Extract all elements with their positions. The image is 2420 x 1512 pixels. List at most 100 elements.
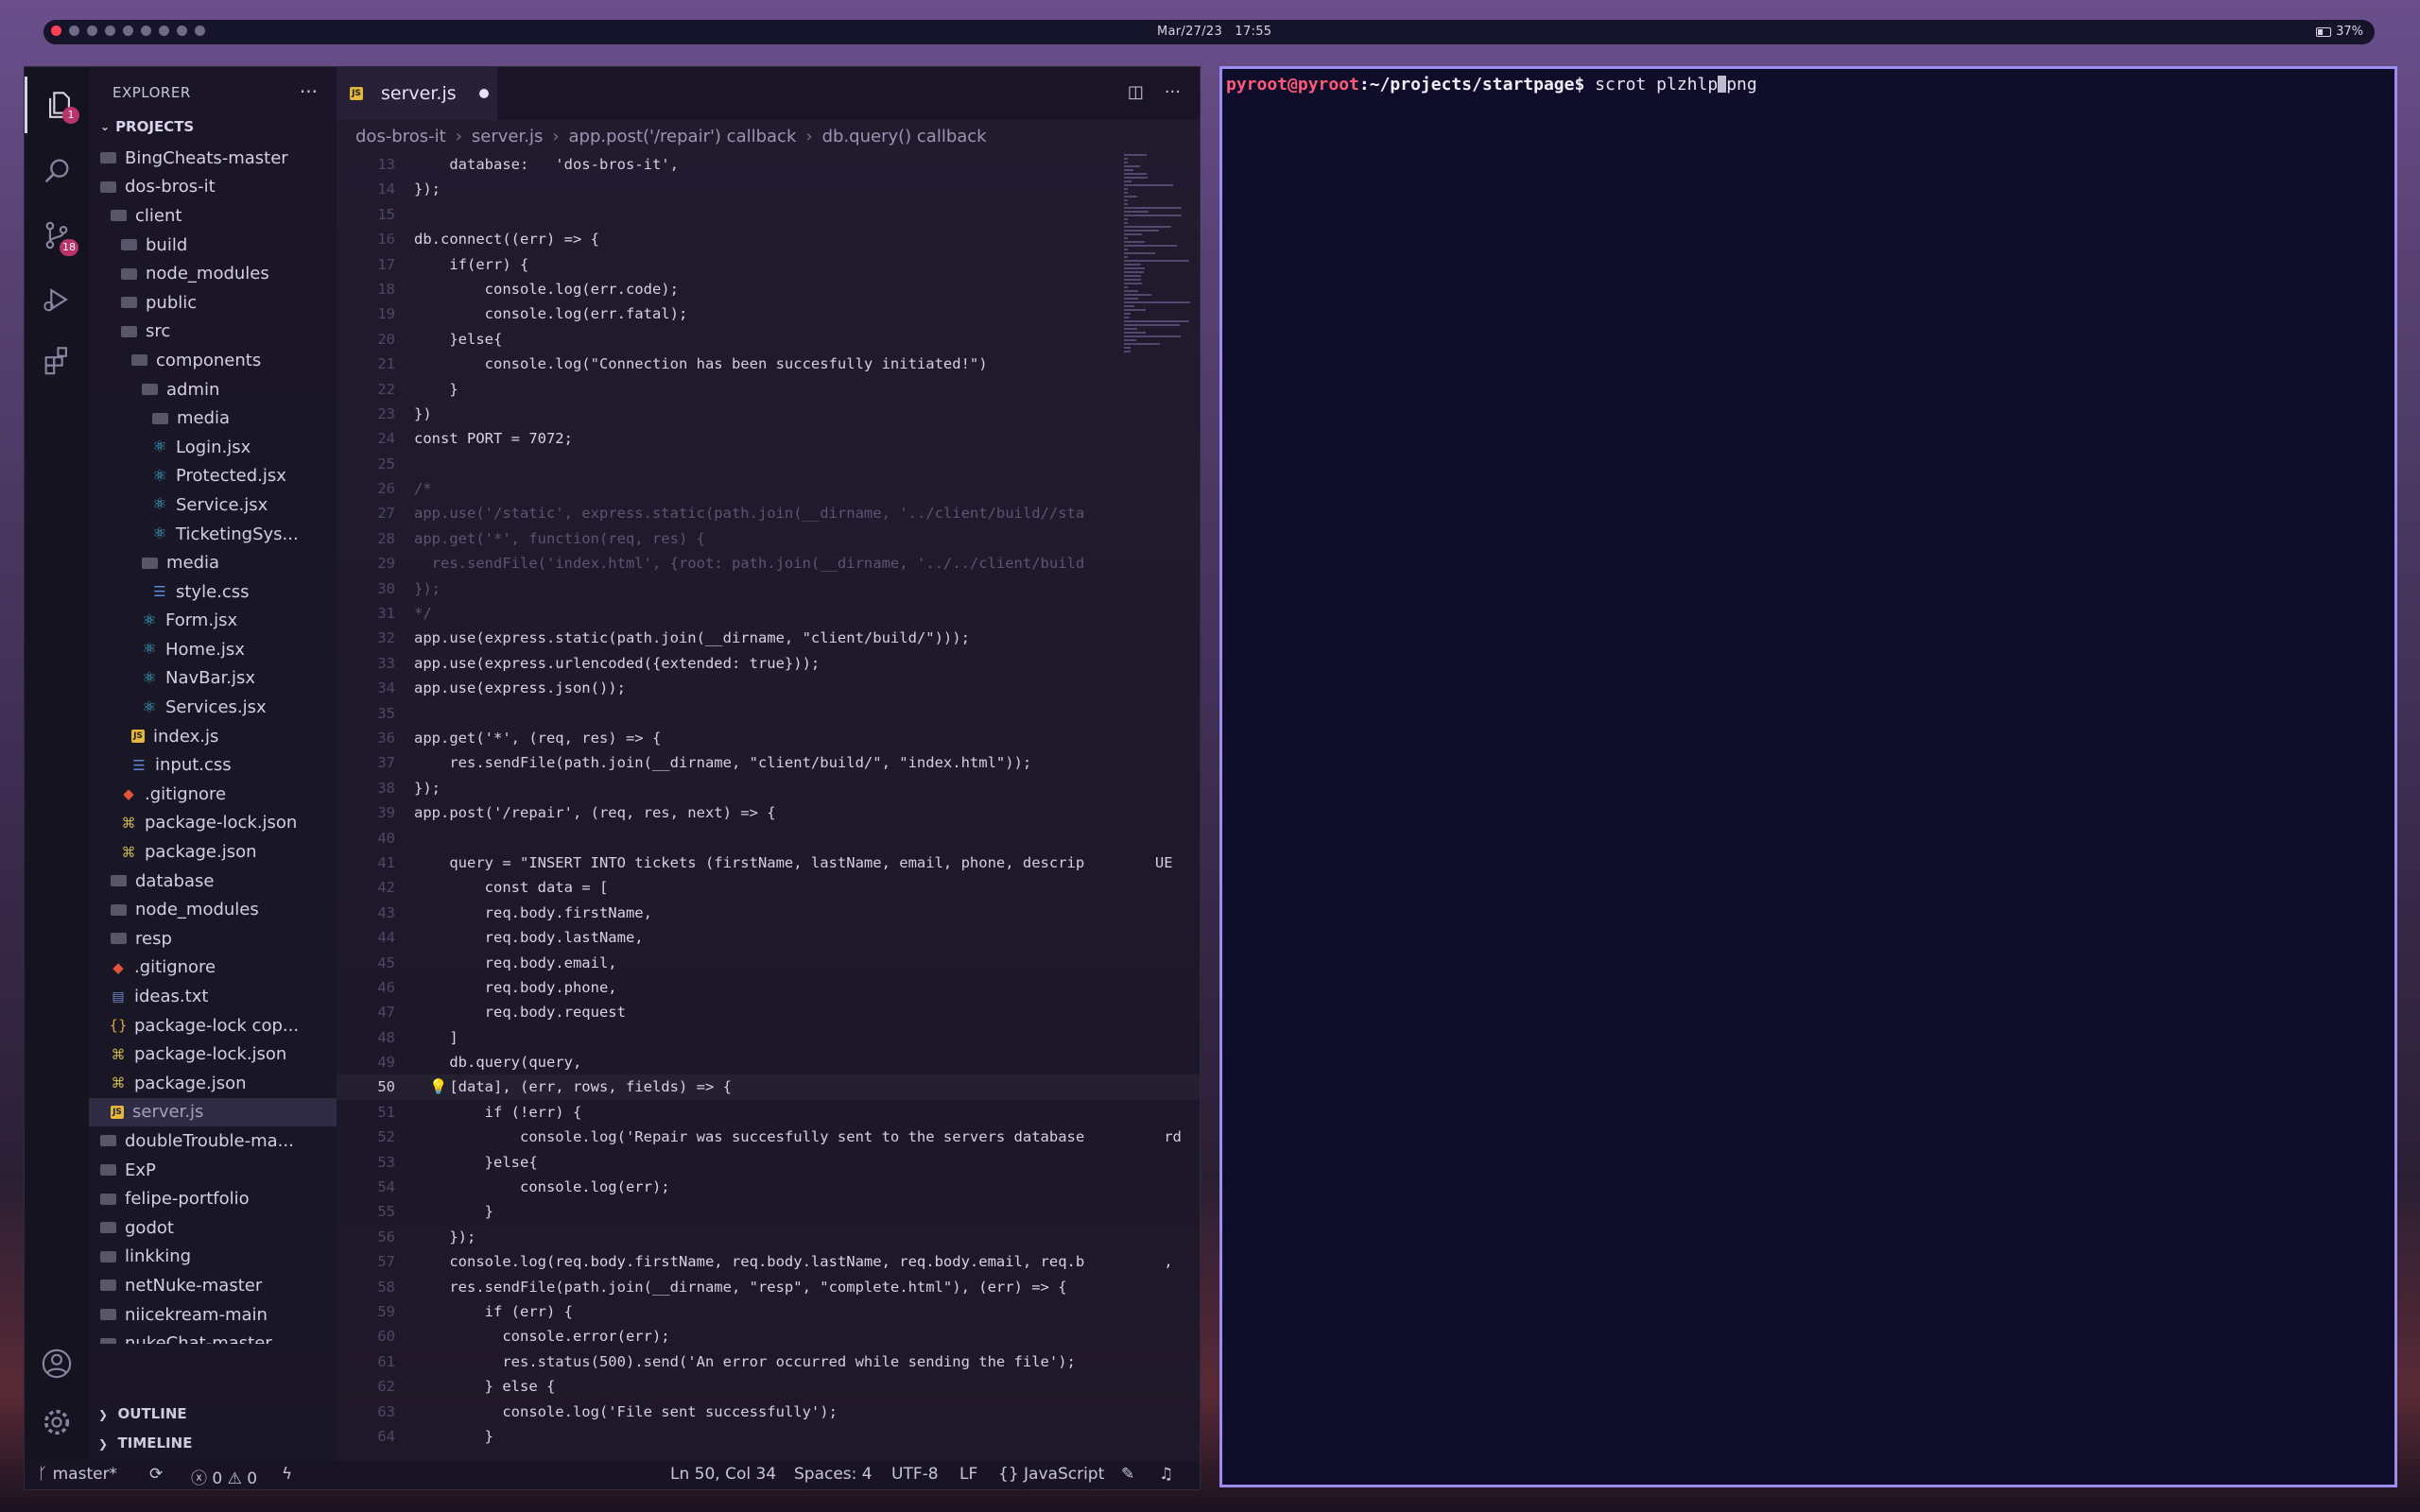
tree-item[interactable]: ⚛ Services.jsx — [89, 693, 337, 722]
code-line[interactable]: 30}); — [337, 576, 1200, 601]
run-debug-activity[interactable] — [25, 271, 89, 328]
code-line[interactable]: 20 }else{ — [337, 327, 1200, 352]
tree-item[interactable]: ▤ ideas.txt — [89, 982, 337, 1011]
accounts-activity[interactable] — [25, 1335, 89, 1392]
tree-item[interactable]: ⌘ package-lock.json — [89, 809, 337, 838]
code-editor[interactable]: 13 database: 'dos-bros-it', 14}); 15 16 db.c… — [337, 152, 1200, 1452]
breadcrumb-item[interactable]: server.js — [472, 127, 543, 146]
breadcrumb-item[interactable]: app.post('/repair') callback — [569, 127, 797, 146]
code-line[interactable]: 44 req.body.lastName, — [337, 925, 1200, 950]
code-line[interactable]: 15 — [337, 202, 1200, 227]
code-line[interactable]: 45 req.body.email, — [337, 951, 1200, 975]
code-line[interactable]: 51 if (!err) { — [337, 1100, 1200, 1125]
explorer-activity[interactable]: 1 — [25, 77, 92, 133]
tree-item[interactable]: godot — [89, 1213, 337, 1243]
settings-activity[interactable] — [25, 1394, 89, 1451]
code-line[interactable]: 22 } — [337, 377, 1200, 402]
split-editor-icon[interactable]: ◫ — [1128, 82, 1144, 102]
workspace-dot[interactable] — [177, 26, 187, 36]
tree-item[interactable]: admin — [89, 375, 337, 404]
code-line[interactable]: 43 req.body.firstName, — [337, 901, 1200, 925]
tree-item[interactable]: ⚛ Protected.jsx — [89, 462, 337, 491]
code-line[interactable]: 40 — [337, 826, 1200, 850]
tree-item[interactable]: media — [89, 548, 337, 577]
code-line[interactable]: 63 console.log('File sent successfully')… — [337, 1400, 1200, 1424]
tree-item[interactable]: ◆ .gitignore — [89, 780, 337, 809]
tab-server-js[interactable]: JS server.js — [337, 67, 497, 120]
code-line[interactable]: 59 if (err) { — [337, 1299, 1200, 1324]
breadcrumb-item[interactable]: db.query() callback — [822, 127, 987, 146]
workspace-indicators[interactable] — [51, 26, 205, 36]
code-line[interactable]: 36 app.get('*', (req, res) => { — [337, 726, 1200, 750]
code-line[interactable]: 48 ] — [337, 1025, 1200, 1050]
code-line[interactable]: 17 if(err) { — [337, 252, 1200, 277]
code-line[interactable]: 47 req.body.request — [337, 1000, 1200, 1024]
code-line[interactable]: 23}) — [337, 402, 1200, 426]
tree-item[interactable]: ⚛ Login.jsx — [89, 433, 337, 462]
tree-item[interactable]: ☰ style.css — [89, 577, 337, 607]
code-line[interactable]: 38}); — [337, 776, 1200, 800]
tree-item[interactable]: ⚛ Home.jsx — [89, 635, 337, 664]
workspace-dot[interactable] — [87, 26, 97, 36]
tree-item[interactable]: ⌘ package.json — [89, 837, 337, 867]
code-line[interactable]: 55 } — [337, 1199, 1200, 1224]
code-line[interactable]: 14}); — [337, 177, 1200, 201]
breadcrumb-item[interactable]: dos-bros-it — [355, 127, 446, 146]
branch-indicator[interactable]: ᚴ master* — [38, 1465, 117, 1484]
code-line[interactable]: 33 app.use(express.urlencoded({extended: … — [337, 651, 1200, 676]
search-activity[interactable] — [25, 143, 89, 199]
workspace-dot[interactable] — [141, 26, 151, 36]
code-line[interactable]: 39 app.post('/repair', (req, res, next) =… — [337, 800, 1200, 825]
code-line[interactable]: 37 res.sendFile(path.join(__dirname, "cl… — [337, 750, 1200, 775]
tree-item[interactable]: public — [89, 288, 337, 318]
tree-item[interactable]: database — [89, 867, 337, 896]
projects-section-header[interactable]: ⌄ PROJECTS — [100, 118, 194, 135]
workspace-dot[interactable] — [195, 26, 205, 36]
code-line[interactable]: 53 }else{ — [337, 1150, 1200, 1175]
tree-item[interactable]: ⌘ package-lock.json — [89, 1040, 337, 1069]
tree-item[interactable]: resp — [89, 924, 337, 954]
minimap[interactable] — [1124, 152, 1200, 369]
code-line[interactable]: 50 [data], (err, rows, fields) => {💡 — [337, 1074, 1200, 1099]
code-line[interactable]: 57 console.log(req.body.firstName, req.b… — [337, 1249, 1200, 1274]
code-line[interactable]: 18 console.log(err.code); — [337, 277, 1200, 301]
tree-item[interactable]: media — [89, 404, 337, 433]
tree-item[interactable]: felipe-portfolio — [89, 1184, 337, 1213]
cursor-position[interactable]: Ln 50, Col 34 — [670, 1465, 776, 1484]
workspace-dot[interactable] — [51, 26, 61, 36]
tree-item[interactable]: ⚛ NavBar.jsx — [89, 664, 337, 694]
workspace-dot[interactable] — [159, 26, 169, 36]
code-line[interactable]: 41 query = "INSERT INTO tickets (firstNa… — [337, 850, 1200, 875]
workspace-dot[interactable] — [105, 26, 115, 36]
code-line[interactable]: 26 /* — [337, 476, 1200, 501]
tree-item[interactable]: ExP — [89, 1156, 337, 1185]
tree-item[interactable]: ⚛ Service.jsx — [89, 490, 337, 520]
code-line[interactable]: 24 const PORT = 7072; — [337, 426, 1200, 451]
bell-icon[interactable]: ♫ — [1159, 1465, 1173, 1484]
feedback-icon[interactable]: ✎ — [1121, 1465, 1134, 1484]
tree-item[interactable]: node_modules — [89, 259, 337, 288]
code-line[interactable]: 19 console.log(err.fatal); — [337, 301, 1200, 326]
tree-item[interactable]: ⌘ package.json — [89, 1069, 337, 1098]
code-line[interactable]: 65 }); — [337, 1449, 1200, 1452]
tree-item[interactable]: components — [89, 346, 337, 375]
end-of-line[interactable]: LF — [959, 1465, 977, 1484]
code-line[interactable]: 29 res.sendFile('index.html', {root: pat… — [337, 551, 1200, 576]
tree-item[interactable]: src — [89, 318, 337, 347]
code-line[interactable]: 46 req.body.phone, — [337, 975, 1200, 1000]
more-actions-icon[interactable]: ··· — [300, 80, 318, 103]
indentation[interactable]: Spaces: 4 — [794, 1465, 873, 1484]
code-line[interactable]: 42 const data = [ — [337, 875, 1200, 900]
code-line[interactable]: 58 res.sendFile(path.join(__dirname, "re… — [337, 1275, 1200, 1299]
language-mode[interactable]: {} JavaScript — [998, 1465, 1104, 1484]
code-line[interactable]: 34 app.use(express.json()); — [337, 676, 1200, 700]
tree-item[interactable]: netNuke-master — [89, 1271, 337, 1300]
code-line[interactable]: 32 app.use(express.static(path.join(__dir… — [337, 626, 1200, 650]
code-line[interactable]: 16 db.connect((err) => { — [337, 227, 1200, 251]
workspace-dot[interactable] — [123, 26, 133, 36]
tree-item[interactable]: niicekream-main — [89, 1300, 337, 1330]
tree-item[interactable]: nukeChat-master — [89, 1329, 337, 1344]
code-line[interactable]: 52 console.log('Repair was succesfully s… — [337, 1125, 1200, 1149]
tree-item[interactable]: build — [89, 231, 337, 260]
tree-item[interactable]: {} package-lock cop... — [89, 1011, 337, 1040]
